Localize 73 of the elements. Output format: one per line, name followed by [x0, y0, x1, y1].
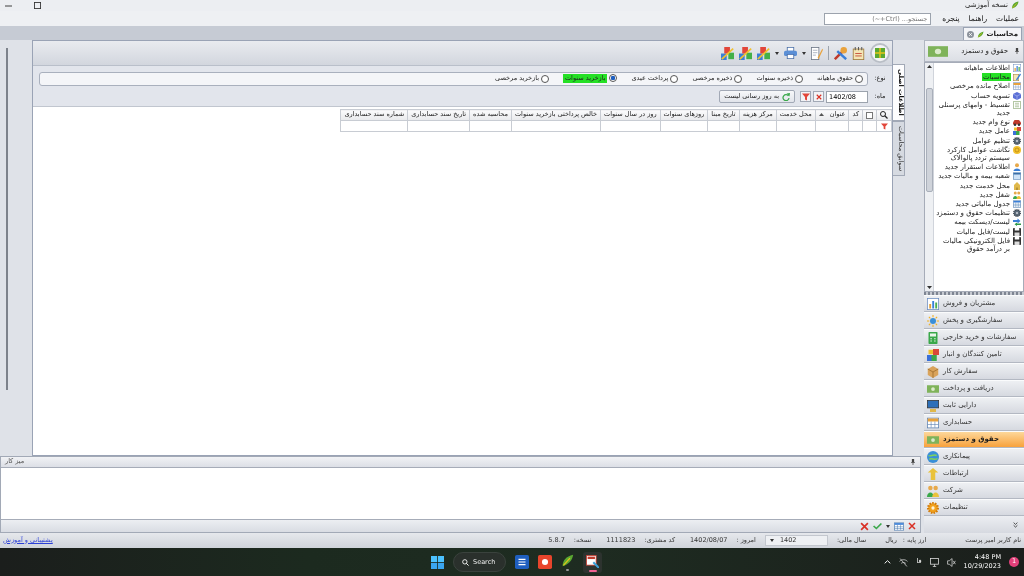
- building-icon: [1013, 181, 1021, 190]
- window-app-icon[interactable]: [586, 554, 599, 568]
- clear-button[interactable]: [813, 91, 824, 102]
- funnel-icon: [801, 92, 810, 101]
- cubes-icon: [1013, 127, 1021, 136]
- cross-icon: [815, 93, 822, 100]
- person-icon: [1013, 163, 1021, 172]
- money-icon: [927, 433, 939, 446]
- leaf-icon: [1011, 1, 1019, 10]
- cross-icon[interactable]: [908, 522, 916, 530]
- leaf-icon[interactable]: [561, 553, 574, 567]
- network-off-icon[interactable]: [899, 557, 909, 567]
- muted-speaker-icon[interactable]: [946, 557, 956, 567]
- blocks-icon[interactable]: [757, 46, 770, 60]
- minimize-icon[interactable]: [5, 4, 12, 7]
- list-icon: [1013, 100, 1021, 109]
- cube-icon: [1013, 91, 1021, 100]
- gear-icon: [1013, 136, 1021, 145]
- filter-icon[interactable]: [881, 122, 888, 130]
- gear-icon: [1013, 209, 1021, 218]
- box-icon: [927, 365, 939, 378]
- document-pencil-icon[interactable]: [811, 46, 823, 60]
- printer-icon[interactable]: [784, 47, 797, 59]
- magnifier-icon: [462, 558, 469, 566]
- edit-icon: [1013, 73, 1021, 82]
- document-app-icon[interactable]: [515, 555, 529, 569]
- refresh-icon: [782, 92, 790, 101]
- double-chevron-icon[interactable]: [1013, 521, 1018, 528]
- filter-button[interactable]: [800, 91, 811, 102]
- pin-icon[interactable]: [910, 459, 916, 465]
- blocks-icon[interactable]: [739, 46, 752, 60]
- chevron-up-icon[interactable]: [884, 560, 892, 564]
- crossed-tools-icon[interactable]: [834, 46, 847, 60]
- round-logo-icon[interactable]: [870, 43, 890, 63]
- scroll-up-icon[interactable]: [926, 65, 932, 68]
- window-icon: [1013, 172, 1021, 181]
- scroll-down-icon[interactable]: [926, 286, 932, 289]
- notepad-icon[interactable]: [852, 46, 865, 60]
- arrows-icon: [1013, 218, 1021, 227]
- leaf-icon: [976, 30, 984, 38]
- calculator-icon: [927, 331, 939, 344]
- caret-icon[interactable]: [802, 51, 806, 55]
- table-icon: [1013, 200, 1021, 209]
- select-all-checkbox[interactable]: [866, 111, 873, 119]
- grid-icon: [1013, 82, 1021, 91]
- car-icon: [1013, 118, 1021, 127]
- people-icon: [927, 484, 939, 497]
- tick-icon[interactable]: [873, 522, 882, 530]
- scrollbar-thumb[interactable]: [925, 88, 933, 192]
- money-icon: [927, 382, 939, 395]
- coin-icon: [1013, 145, 1021, 154]
- globe-icon: [927, 450, 939, 463]
- grid-icon: [927, 416, 939, 429]
- search-icon[interactable]: [880, 111, 888, 119]
- caret-icon[interactable]: [886, 524, 890, 528]
- monitor-icon: [927, 399, 939, 412]
- people-icon: [1013, 190, 1021, 199]
- windows-icon[interactable]: [431, 555, 444, 569]
- gear-icon: [927, 501, 939, 514]
- cubes-icon: [927, 348, 939, 361]
- caret-icon[interactable]: [775, 51, 779, 55]
- close-icon[interactable]: [966, 30, 974, 38]
- chart-icon: [927, 297, 939, 310]
- tile-app-icon[interactable]: [538, 555, 552, 569]
- cross-icon[interactable]: [860, 521, 869, 531]
- pin-icon[interactable]: [1014, 48, 1020, 54]
- up-arrow-icon: [927, 467, 939, 480]
- maximize-icon[interactable]: [34, 2, 41, 9]
- blocks-icon[interactable]: [721, 46, 734, 60]
- caret-icon: [769, 539, 774, 542]
- table-icon[interactable]: [894, 521, 904, 531]
- monitor-icon[interactable]: [929, 557, 939, 567]
- sun-icon: [927, 314, 939, 327]
